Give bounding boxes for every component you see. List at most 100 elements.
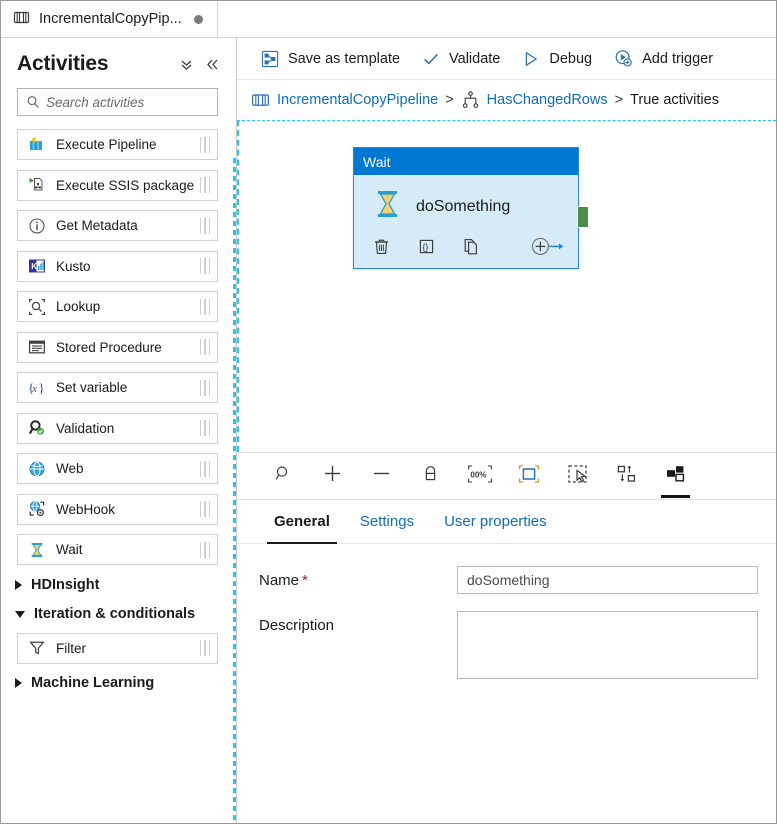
group-label: HDInsight [31, 576, 100, 593]
add-trigger-icon [614, 49, 633, 68]
zoom-100-percent-icon: 00% [467, 464, 493, 489]
activity-stored-procedure[interactable]: Stored Procedure [17, 331, 218, 363]
drag-handle-icon[interactable] [199, 379, 218, 396]
node-type-header: Wait [354, 148, 578, 175]
lock-canvas-button[interactable] [406, 453, 455, 500]
activity-web[interactable]: Web [17, 453, 218, 484]
drag-handle-icon[interactable] [199, 339, 218, 355]
properties-tabs: General Settings User properties [237, 500, 776, 544]
tab-bar-empty-space [217, 1, 776, 37]
svg-text:x: x [31, 383, 37, 394]
activity-label: Execute SSIS package [56, 177, 195, 193]
adf-pipeline-editor: IncrementalCopyPip... Activities Search … [0, 0, 777, 824]
trash-icon[interactable] [372, 237, 391, 256]
command-label: Save as template [288, 50, 401, 67]
breadcrumb: IncrementalCopyPipeline > HasChangedRows… [237, 80, 776, 120]
svg-text:{}: {} [422, 242, 428, 252]
drag-handle-icon[interactable] [199, 177, 218, 193]
name-label-text: Name [259, 572, 300, 589]
sidebar-group-iteration-conditionals[interactable]: Iteration & conditionals [1, 604, 236, 633]
zoom-to-100-button[interactable]: 00% [455, 453, 504, 500]
activity-get-metadata[interactable]: Get Metadata [17, 210, 218, 241]
drag-handle-icon[interactable] [199, 217, 218, 234]
activities-header: Activities [1, 38, 236, 82]
zoom-tool-button[interactable] [259, 453, 308, 500]
marquee-select-icon [567, 464, 589, 489]
search-input[interactable] [18, 89, 217, 115]
activity-webhook[interactable]: WebHook [17, 493, 218, 525]
tab-incremental-copy-pipeline[interactable]: IncrementalCopyPip... [1, 1, 218, 37]
drag-handle-icon[interactable] [199, 420, 218, 436]
group-label: Iteration & conditionals [34, 605, 196, 622]
group-label: Machine Learning [31, 675, 155, 691]
search-container [1, 82, 236, 126]
drag-handle-icon[interactable] [199, 501, 218, 517]
debug-button[interactable]: Debug [512, 45, 604, 73]
kusto-icon: K [27, 257, 46, 276]
chevron-double-down-icon[interactable] [179, 57, 194, 72]
description-textarea[interactable] [457, 611, 758, 679]
add-output-arrow-icon[interactable] [530, 236, 564, 257]
drag-handle-icon[interactable] [199, 541, 218, 558]
activity-filter[interactable]: Filter [17, 632, 218, 664]
pipeline-icon [251, 92, 270, 108]
general-form: Name* Description [237, 544, 776, 696]
tab-general[interactable]: General [259, 500, 345, 544]
wait-hourglass-icon [374, 189, 401, 224]
activity-wait[interactable]: Wait [17, 534, 218, 565]
zoom-to-fit-button[interactable] [504, 453, 553, 500]
activity-execute-ssis-package[interactable]: Execute SSIS package [17, 169, 218, 201]
activity-label: WebHook [56, 501, 116, 517]
save-as-template-button[interactable]: Save as template [251, 45, 412, 73]
activity-lookup[interactable]: Lookup [17, 291, 218, 322]
tab-label: IncrementalCopyPip... [39, 11, 182, 27]
drag-handle-icon[interactable] [199, 136, 218, 153]
activity-label: Kusto [56, 258, 91, 274]
copy-icon[interactable] [462, 237, 481, 256]
chevron-double-left-icon[interactable] [205, 57, 220, 72]
execute-pipeline-icon [27, 135, 46, 154]
drag-handle-icon[interactable] [199, 298, 218, 315]
activity-label: Web [56, 461, 84, 476]
plus-icon [322, 463, 343, 489]
drag-handle-icon[interactable] [199, 640, 218, 656]
activity-validation[interactable]: Validation [17, 412, 218, 444]
sidebar-group-hdinsight[interactable]: HDInsight [1, 575, 236, 604]
magnifier-icon [274, 464, 293, 488]
breadcrumb-pipeline-link[interactable]: IncrementalCopyPipeline [277, 92, 438, 108]
activity-set-variable[interactable]: { x } Set variable [17, 372, 218, 403]
activity-kusto[interactable]: K Kusto [17, 250, 218, 282]
success-output-port[interactable] [577, 206, 589, 228]
node-action-bar: {} [354, 234, 578, 268]
show-hide-panel-button[interactable] [651, 453, 700, 500]
zoom-out-button[interactable] [357, 453, 406, 500]
web-icon [27, 459, 46, 478]
sidebar-scrollbar[interactable] [233, 158, 236, 823]
command-label: Validate [449, 50, 501, 67]
tab-user-properties[interactable]: User properties [429, 500, 562, 543]
unsaved-changes-dot [193, 14, 203, 24]
checkmark-icon [422, 50, 440, 68]
breadcrumb-condition-link[interactable]: HasChangedRows [487, 92, 608, 108]
auto-align-button[interactable] [602, 453, 651, 500]
pipeline-pane: Save as template Validate Debug Add trig… [237, 38, 776, 823]
pipeline-canvas[interactable]: Wait doSomething {} [237, 120, 776, 452]
add-trigger-button[interactable]: Add trigger [604, 44, 725, 73]
search-box[interactable] [17, 88, 218, 116]
minus-icon [371, 463, 392, 489]
drag-handle-icon[interactable] [199, 258, 218, 274]
validate-button[interactable]: Validate [412, 45, 512, 73]
zoom-in-button[interactable] [308, 453, 357, 500]
code-braces-icon[interactable]: {} [417, 237, 436, 256]
activity-execute-pipeline[interactable]: Execute Pipeline [17, 129, 218, 160]
drag-handle-icon[interactable] [199, 460, 218, 477]
chevron-right-icon [15, 579, 22, 590]
name-input[interactable] [457, 566, 758, 594]
node-body: doSomething [354, 175, 578, 234]
get-metadata-icon [27, 216, 46, 235]
sidebar-group-machine-learning[interactable]: Machine Learning [1, 673, 236, 702]
activity-node-doSomething[interactable]: Wait doSomething {} [353, 147, 589, 269]
tab-settings[interactable]: Settings [345, 500, 429, 543]
select-mode-button[interactable] [553, 453, 602, 500]
activity-label: Set variable [56, 380, 128, 395]
